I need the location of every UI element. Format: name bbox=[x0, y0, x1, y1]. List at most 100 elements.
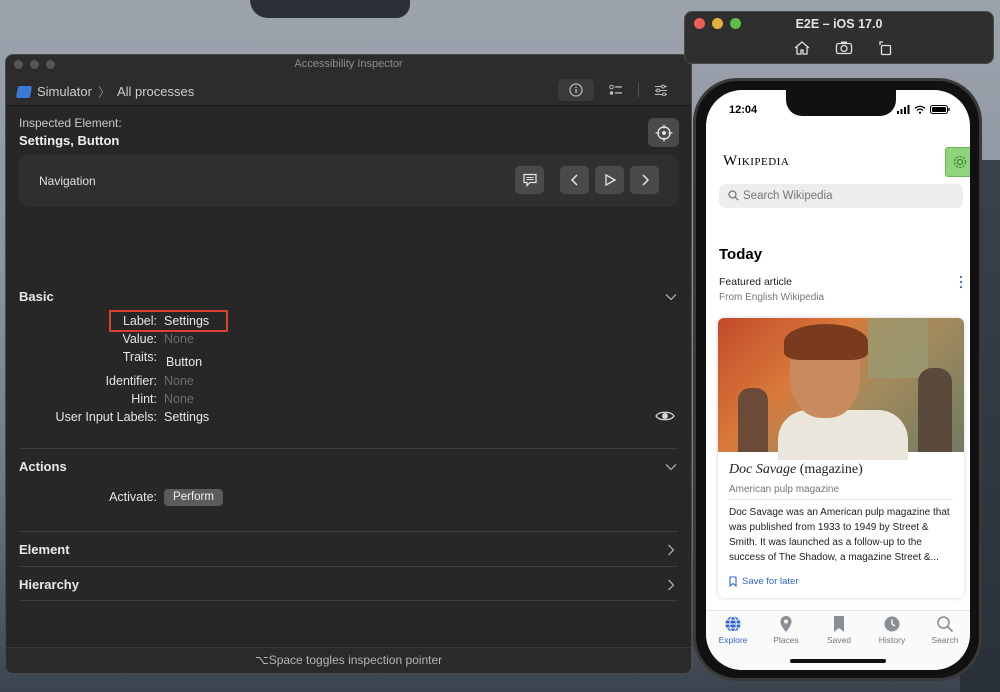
signal-icon bbox=[897, 105, 910, 114]
tab-history[interactable]: History bbox=[867, 615, 917, 645]
globe-icon bbox=[725, 616, 741, 632]
chevron-right-icon: 〉 bbox=[97, 85, 111, 100]
prop-traits-value: Button bbox=[166, 355, 203, 369]
prop-value-value: None bbox=[164, 332, 194, 346]
chevron-down-icon[interactable] bbox=[665, 461, 677, 473]
next-element-button[interactable] bbox=[630, 166, 659, 194]
inspector-content: Inspected Element: Settings, Button Navi… bbox=[6, 107, 691, 647]
tab-saved-label: Saved bbox=[826, 635, 852, 645]
article-image bbox=[718, 318, 964, 460]
prop-hint-key: Hint: bbox=[131, 392, 157, 406]
simulator-icon bbox=[15, 85, 33, 98]
dynamic-notch bbox=[786, 90, 896, 116]
speak-button[interactable] bbox=[515, 166, 544, 194]
rotate-icon[interactable] bbox=[877, 40, 895, 56]
next-icon bbox=[641, 174, 649, 186]
breadcrumb-target[interactable]: Simulator bbox=[37, 84, 92, 99]
inspected-element-label: Inspected Element: bbox=[19, 116, 122, 130]
target-selector[interactable]: Simulator 〉 All processes bbox=[15, 82, 194, 101]
iphone-device: 12:04 Wikipedia Today Featured article F… bbox=[693, 78, 982, 681]
clock-icon bbox=[884, 616, 900, 632]
search-bar[interactable] bbox=[719, 184, 963, 208]
wifi-icon bbox=[914, 105, 926, 114]
more-options-icon[interactable] bbox=[958, 275, 964, 289]
chevron-right-icon[interactable] bbox=[665, 579, 677, 591]
featured-article-source: From English Wikipedia bbox=[719, 292, 825, 303]
search-input[interactable] bbox=[743, 187, 953, 205]
auto-navigate-button[interactable] bbox=[595, 166, 624, 194]
search-icon bbox=[937, 616, 954, 633]
speech-icon bbox=[522, 173, 537, 187]
activate-row: Activate: bbox=[6, 490, 566, 506]
tab-explore-label: Explore bbox=[718, 635, 748, 645]
settings-button[interactable] bbox=[945, 147, 970, 177]
iphone-screen: 12:04 Wikipedia Today Featured article F… bbox=[706, 90, 970, 670]
home-indicator bbox=[790, 659, 886, 663]
section-divider bbox=[19, 566, 678, 567]
footer-hint: ⌥Space toggles inspection pointer bbox=[6, 647, 691, 673]
toolbar-tools bbox=[558, 79, 679, 101]
inspection-tab-button[interactable] bbox=[558, 79, 594, 101]
audit-icon bbox=[609, 84, 622, 95]
article-description: American pulp magazine bbox=[729, 484, 840, 495]
article-divider bbox=[729, 499, 953, 500]
basic-section-header[interactable]: Basic bbox=[19, 289, 54, 304]
prop-identifier-row: Identifier: None bbox=[6, 374, 566, 390]
settings-sliders-icon bbox=[655, 84, 667, 96]
previous-element-button[interactable] bbox=[560, 166, 589, 194]
tab-saved[interactable]: Saved bbox=[814, 615, 864, 645]
prop-value-key: Value: bbox=[122, 332, 157, 346]
tab-explore[interactable]: Explore bbox=[708, 615, 758, 645]
hierarchy-section-header[interactable]: Hierarchy bbox=[19, 577, 79, 592]
search-icon bbox=[728, 190, 739, 201]
tab-places[interactable]: Places bbox=[761, 615, 811, 645]
breadcrumb-scope[interactable]: All processes bbox=[117, 84, 194, 99]
bookmark-icon bbox=[729, 576, 737, 587]
simulator-title: E2E – iOS 17.0 bbox=[795, 17, 883, 31]
eye-icon[interactable] bbox=[655, 409, 675, 423]
battery-icon bbox=[930, 105, 950, 114]
toolbar: Simulator 〉 All processes bbox=[6, 75, 691, 106]
navigation-buttons bbox=[515, 166, 659, 194]
settings-tab-button[interactable] bbox=[643, 79, 679, 101]
section-divider bbox=[19, 531, 678, 532]
tab-bar: Explore Places Saved History Search bbox=[706, 610, 970, 670]
prop-value-row: Value: None bbox=[6, 332, 566, 348]
screenshot-icon[interactable] bbox=[835, 40, 853, 56]
bookmark-icon bbox=[834, 616, 844, 632]
status-time: 12:04 bbox=[729, 104, 758, 116]
info-icon bbox=[569, 83, 583, 97]
status-icons bbox=[897, 105, 950, 114]
audit-tab-button[interactable] bbox=[598, 79, 634, 101]
chevron-right-icon[interactable] bbox=[665, 544, 677, 556]
chevron-down-icon[interactable] bbox=[665, 291, 677, 303]
save-for-later-button[interactable]: Save for later bbox=[729, 576, 799, 587]
prop-traits-key: Traits: bbox=[122, 350, 157, 364]
home-icon[interactable] bbox=[793, 40, 811, 56]
perform-button[interactable]: Perform bbox=[164, 489, 223, 506]
navigation-label: Navigation bbox=[39, 174, 96, 188]
point-to-inspect-button[interactable] bbox=[648, 118, 679, 147]
tab-places-label: Places bbox=[773, 635, 799, 645]
prop-identifier-key: Identifier: bbox=[105, 374, 157, 388]
window-title: Accessibility Inspector bbox=[294, 58, 403, 70]
prop-user-input-labels-row: User Input Labels: Settings bbox=[6, 410, 566, 426]
prop-label-key: Label: bbox=[122, 314, 157, 328]
gear-icon bbox=[953, 155, 967, 169]
actions-section-header[interactable]: Actions bbox=[19, 459, 67, 474]
prop-label-value: Settings bbox=[164, 314, 210, 328]
simulator-toolbar bbox=[793, 40, 895, 56]
tab-search[interactable]: Search bbox=[920, 615, 970, 645]
tab-history-label: History bbox=[878, 635, 906, 645]
prop-identifier-value: None bbox=[164, 374, 194, 388]
element-section-header[interactable]: Element bbox=[19, 542, 70, 557]
prop-user-input-labels-value: Settings bbox=[164, 410, 210, 424]
inspected-element-value: Settings, Button bbox=[19, 133, 120, 148]
map-pin-icon bbox=[780, 616, 792, 632]
wikipedia-logo: Wikipedia bbox=[723, 153, 790, 169]
featured-article-card[interactable]: Doc Savage (magazine) American pulp maga… bbox=[718, 318, 964, 598]
prop-hint-value: None bbox=[164, 392, 194, 406]
toolbar-divider bbox=[638, 83, 639, 97]
prop-label-row: Label: Settings bbox=[6, 314, 566, 330]
prop-traits-row: Traits: Button bbox=[6, 350, 566, 369]
